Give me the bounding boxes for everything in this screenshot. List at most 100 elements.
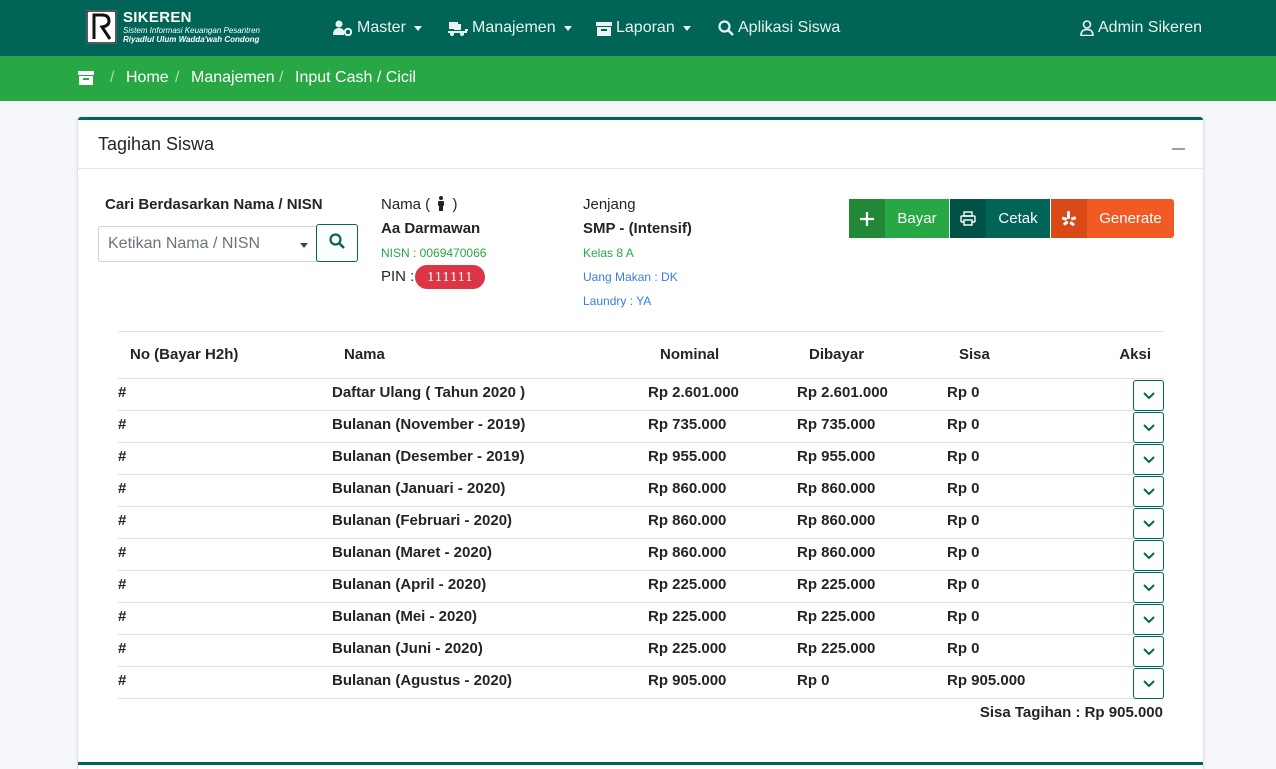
row-no: # [118, 576, 127, 593]
nav-aplikasi-siswa[interactable]: Aplikasi Siswa [718, 17, 840, 39]
brand-name: SIKEREN [123, 9, 192, 26]
row-sisa: Rp 0 [947, 384, 980, 401]
row-nominal: Rp 2.601.000 [648, 384, 739, 401]
table-row: # Bulanan (Mei - 2020) Rp 225.000 Rp 225.00… [118, 603, 1164, 635]
row-no: # [118, 512, 127, 529]
table-row: # Bulanan (Agustus - 2020) Rp 905.000 Rp 0 R… [118, 667, 1164, 699]
aksi-dropdown-button[interactable] [1133, 540, 1164, 571]
row-sisa: Rp 0 [947, 416, 980, 433]
table-row: # Bulanan (Januari - 2020) Rp 860.000 Rp 86… [118, 475, 1164, 507]
row-nama: Bulanan (November - 2019) [332, 416, 526, 433]
nav-user-menu[interactable]: Admin Sikeren [1080, 17, 1202, 39]
aksi-dropdown-button[interactable] [1133, 412, 1164, 443]
aksi-dropdown-button[interactable] [1133, 604, 1164, 635]
cetak-button[interactable]: Cetak [950, 199, 1050, 238]
chevron-down-icon [1142, 647, 1155, 656]
row-sisa: Rp 0 [947, 480, 980, 497]
aksi-dropdown-button[interactable] [1133, 668, 1164, 699]
row-no: # [118, 448, 127, 465]
chevron-down-icon [1142, 487, 1155, 496]
generate-button[interactable]: Generate [1051, 199, 1174, 238]
aksi-dropdown-button[interactable] [1133, 572, 1164, 603]
row-dibayar: Rp 225.000 [797, 608, 876, 625]
row-nominal: Rp 735.000 [648, 416, 727, 433]
row-dibayar: Rp 860.000 [797, 480, 876, 497]
chevron-down-icon [563, 25, 572, 31]
row-no: # [118, 384, 127, 401]
breadcrumb-separator: / [279, 69, 284, 86]
archive-icon[interactable] [78, 70, 94, 90]
row-nama: Bulanan (Agustus - 2020) [332, 672, 513, 689]
breadcrumb-home[interactable]: Home [126, 69, 169, 87]
bayar-button[interactable]: Bayar [849, 199, 949, 238]
breadcrumb-manajemen[interactable]: Manajemen [191, 69, 275, 87]
aksi-dropdown-button[interactable] [1133, 508, 1164, 539]
header-nama: Nama [344, 346, 385, 363]
search-input[interactable]: Ketikan Nama / NISN [98, 226, 317, 262]
header-sisa: Sisa [959, 346, 990, 363]
card-header: Tagihan Siswa [78, 120, 1203, 169]
row-nama: Bulanan (Januari - 2020) [332, 480, 506, 497]
breadcrumb-separator: / [175, 69, 180, 86]
breadcrumb-separator: / [110, 69, 115, 86]
chevron-down-icon [1142, 679, 1155, 688]
chevron-down-icon [1142, 519, 1155, 528]
nav-manajemen[interactable]: Manajemen [448, 17, 572, 39]
table-row: # Daftar Ulang ( Tahun 2020 ) Rp 2.601.000… [118, 379, 1164, 411]
nav-manajemen-label: Manajemen [472, 19, 556, 36]
print-icon [950, 199, 986, 238]
nav-laporan[interactable]: Laporan [596, 17, 691, 39]
row-sisa: Rp 0 [947, 608, 980, 625]
row-dibayar: Rp 225.000 [797, 576, 876, 593]
row-sisa: Rp 0 [947, 576, 980, 593]
aksi-dropdown-button[interactable] [1133, 636, 1164, 667]
row-sisa: Rp 0 [947, 640, 980, 657]
row-nama: Bulanan (Desember - 2019) [332, 448, 525, 465]
row-nominal: Rp 955.000 [648, 448, 727, 465]
student-nisn: NISN : 0069470066 [381, 246, 487, 260]
brand[interactable]: SIKEREN Sistem Informasi Keuangan Pesant… [86, 9, 260, 45]
jenjang-label: Jenjang [583, 196, 636, 213]
search-button[interactable] [316, 224, 358, 262]
nav-aplikasi-siswa-label: Aplikasi Siswa [738, 19, 841, 36]
table-row: # Bulanan (Juni - 2020) Rp 225.000 Rp 225.0… [118, 635, 1164, 667]
row-nama: Bulanan (Februari - 2020) [332, 512, 513, 529]
nama-label: Nama ( ) [381, 196, 458, 213]
student-name: Aa Darmawan [381, 220, 481, 237]
row-nominal: Rp 225.000 [648, 608, 727, 625]
chevron-down-icon [1142, 391, 1155, 400]
row-no: # [118, 544, 127, 561]
breadcrumb-current: Input Cash / Cicil [295, 69, 416, 86]
header-nominal: Nominal [660, 346, 720, 363]
search-placeholder: Ketikan Nama / NISN [108, 235, 261, 252]
row-nominal: Rp 860.000 [648, 544, 727, 561]
chevron-down-icon [682, 25, 691, 31]
row-dibayar: Rp 0 [797, 672, 830, 689]
row-sisa: Rp 0 [947, 544, 980, 561]
card-title: Tagihan Siswa [98, 134, 215, 154]
yelp-icon [1051, 199, 1087, 238]
search-icon [329, 232, 345, 254]
aksi-dropdown-button[interactable] [1133, 476, 1164, 507]
chevron-down-icon [1142, 615, 1155, 624]
top-navbar: SIKEREN Sistem Informasi Keuangan Pesant… [0, 0, 1276, 56]
aksi-dropdown-button[interactable] [1133, 380, 1164, 411]
row-dibayar: Rp 225.000 [797, 640, 876, 657]
row-nama: Daftar Ulang ( Tahun 2020 ) [332, 384, 526, 401]
row-nama: Bulanan (Mei - 2020) [332, 608, 478, 625]
tagihan-siswa-card: Tagihan Siswa Cari Berdasarkan Nama / NI… [78, 117, 1203, 769]
table-row: # Bulanan (November - 2019) Rp 735.000 Rp 7… [118, 411, 1164, 443]
row-nominal: Rp 860.000 [648, 512, 727, 529]
row-dibayar: Rp 2.601.000 [797, 384, 888, 401]
aksi-dropdown-button[interactable] [1133, 444, 1164, 475]
brand-logo-icon [86, 10, 117, 44]
header-aksi: Aksi [1119, 346, 1151, 363]
search-label: Cari Berdasarkan Nama / NISN [105, 196, 323, 213]
table-row: # Bulanan (Desember - 2019) Rp 955.000 Rp 9… [118, 443, 1164, 475]
header-dibayar: Dibayar [809, 346, 865, 363]
truck-loading-icon [448, 20, 468, 36]
breadcrumb: / Home / Manajemen / Input Cash / Cicil [0, 56, 1276, 101]
minus-icon[interactable] [1172, 148, 1185, 150]
nav-master[interactable]: Master [333, 17, 422, 39]
chevron-down-icon [1142, 551, 1155, 560]
